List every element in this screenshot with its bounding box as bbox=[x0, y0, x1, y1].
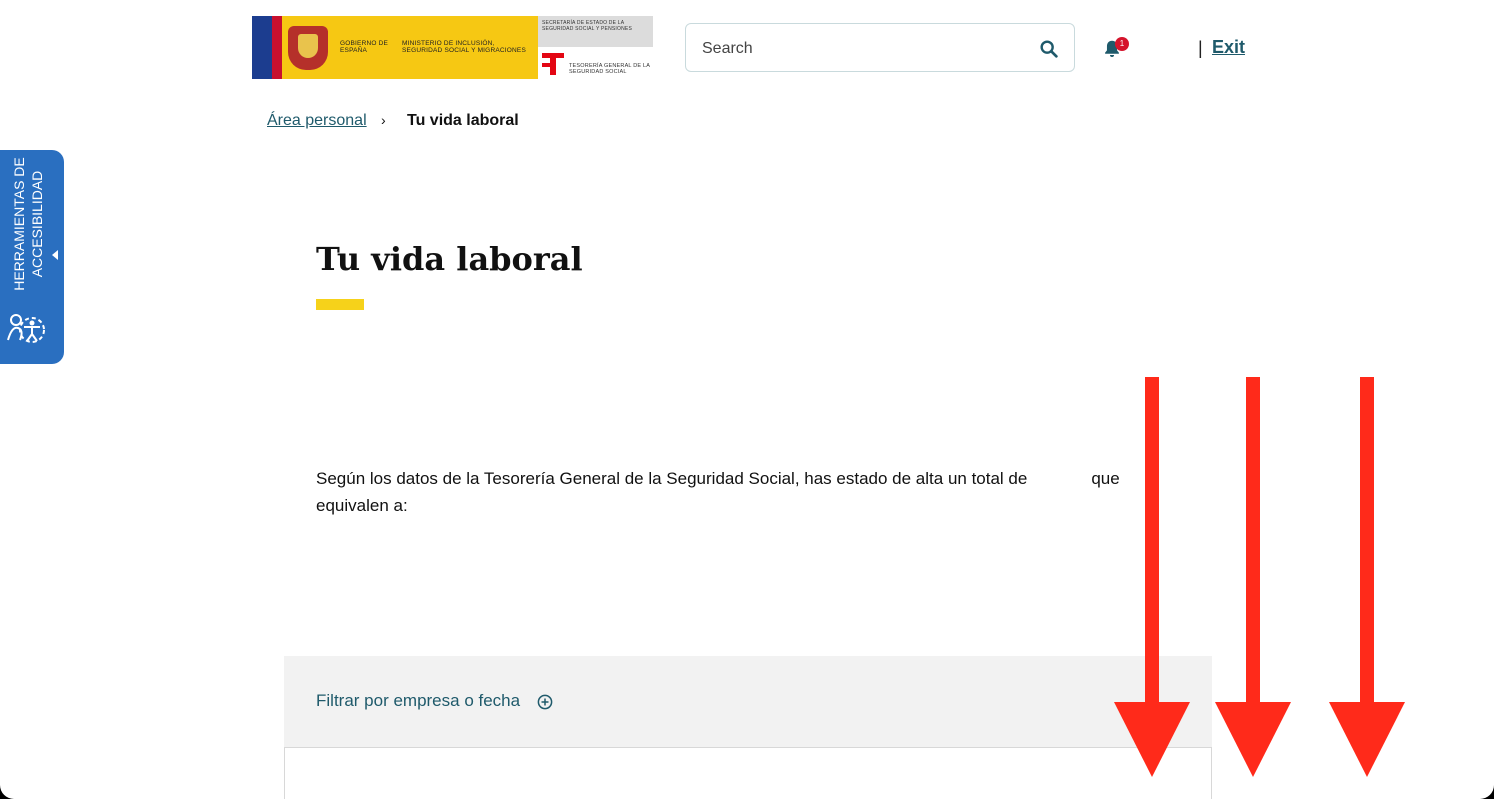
logo-gobierno-text: GOBIERNO DE ESPAÑA bbox=[340, 40, 389, 54]
summary-paragraph: Según los datos de la Tesorería General … bbox=[316, 465, 1136, 519]
breadcrumb-area-personal[interactable]: Área personal bbox=[267, 112, 367, 130]
plus-circle-icon[interactable] bbox=[537, 694, 553, 710]
notification-badge: 1 bbox=[1115, 37, 1129, 51]
down-arrow-icon bbox=[1215, 377, 1291, 777]
eu-flag-stripe bbox=[252, 16, 272, 79]
results-container bbox=[284, 747, 1212, 799]
filter-toggle[interactable]: Filtrar por empresa o fecha bbox=[316, 691, 520, 711]
accessibility-icon bbox=[7, 314, 45, 343]
exit-link[interactable]: Exit bbox=[1212, 37, 1245, 58]
page-title: Tu vida laboral bbox=[316, 240, 583, 278]
down-arrow-icon bbox=[1329, 377, 1405, 777]
summary-text-start: Según los datos de la Tesorería General … bbox=[316, 469, 1028, 488]
logo-secretaria-text: SECRETARÍA DE ESTADO DE LA SEGURIDAD SOC… bbox=[542, 20, 632, 32]
government-logo[interactable]: GOBIERNO DE ESPAÑA MINISTERIO DE INCLUSI… bbox=[252, 16, 653, 79]
filter-panel: Filtrar por empresa o fecha bbox=[284, 656, 1212, 748]
coat-of-arms-icon bbox=[288, 26, 328, 70]
search-icon[interactable] bbox=[1038, 38, 1060, 60]
page: GOBIERNO DE ESPAÑA MINISTERIO DE INCLUSI… bbox=[0, 0, 1494, 799]
logo-tesoreria-text: TESORERÍA GENERAL DE LA SEGURIDAD SOCIAL bbox=[569, 63, 650, 75]
down-arrow-icon bbox=[1114, 377, 1190, 777]
accessibility-tools-tab[interactable]: HERRAMIENTAS DE ACCESIBILIDAD bbox=[0, 150, 64, 364]
search-input[interactable] bbox=[700, 34, 1024, 64]
search-box bbox=[685, 23, 1075, 72]
spain-flag-stripe bbox=[272, 16, 282, 79]
breadcrumb-current: Tu vida laboral bbox=[407, 112, 519, 129]
header-separator: | bbox=[1198, 38, 1203, 58]
accessibility-tools-label: HERRAMIENTAS DE ACCESIBILIDAD bbox=[11, 157, 45, 291]
logo-ministerio-text: MINISTERIO DE INCLUSIÓN, SEGURIDAD SOCIA… bbox=[402, 40, 526, 54]
title-underline bbox=[316, 299, 364, 310]
chevron-right-icon: › bbox=[381, 112, 386, 128]
caret-left-icon bbox=[52, 250, 58, 260]
tgss-logo-icon bbox=[542, 53, 564, 75]
